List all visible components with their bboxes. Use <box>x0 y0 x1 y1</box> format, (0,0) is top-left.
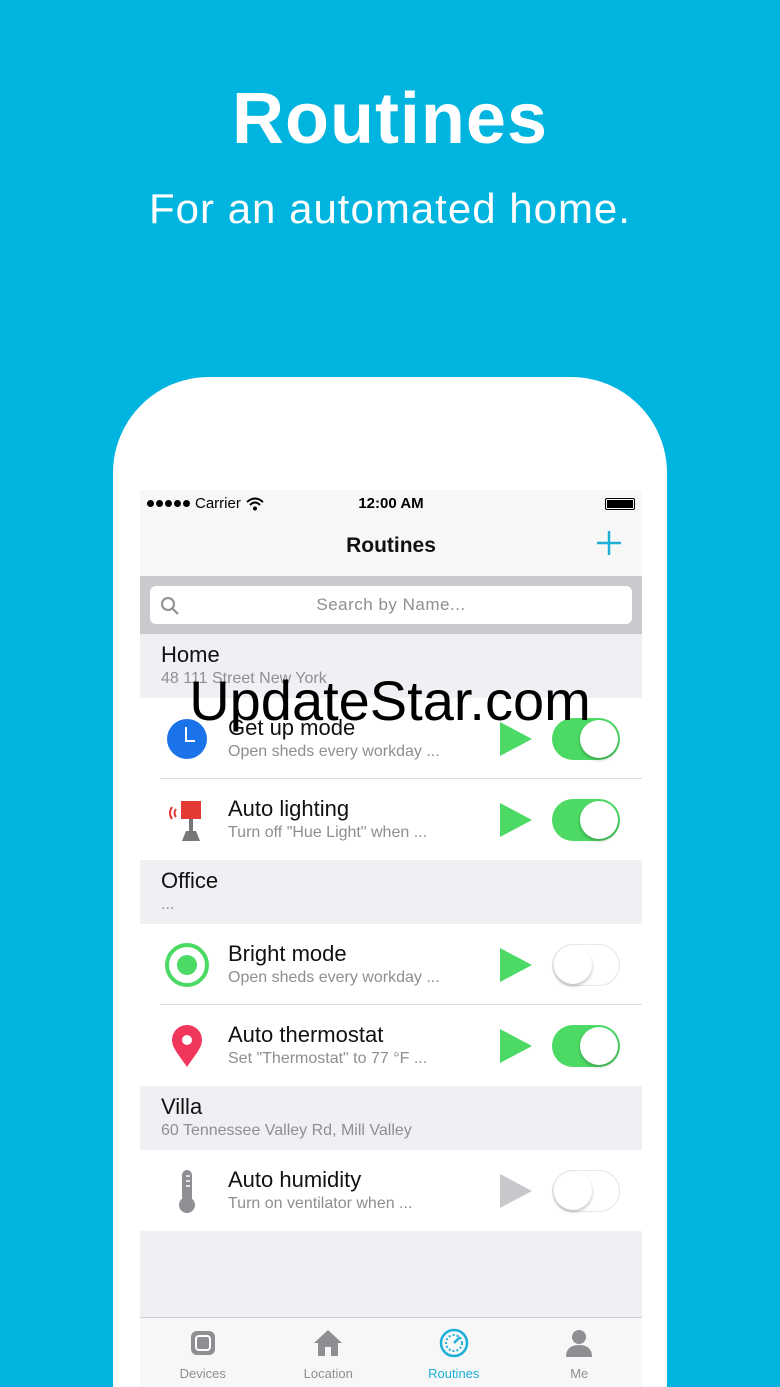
lamp-icon <box>169 801 201 841</box>
play-button[interactable] <box>498 946 534 984</box>
section-title: Office <box>161 868 219 893</box>
routine-subtitle: Turn off "Hue Light" when ... <box>228 824 428 841</box>
routine-subtitle: Set "Thermostat" to 77 °F ... <box>228 1050 428 1067</box>
play-button[interactable] <box>498 1172 534 1210</box>
hero-title: Routines <box>231 79 548 159</box>
play-button[interactable] <box>498 801 534 839</box>
tab-location[interactable]: Location <box>266 1318 392 1387</box>
routine-subtitle: Turn on ventilator when ... <box>228 1195 413 1212</box>
routine-row-auto-humidity[interactable]: Auto humidity Turn on ventilator when ..… <box>140 1150 642 1231</box>
gauge-icon <box>439 1328 468 1358</box>
status-bar: Carrier 12:00 AM <box>140 490 642 518</box>
section-subtitle: 48 111 Street New York <box>161 670 327 687</box>
routine-title: Bright mode <box>228 941 347 966</box>
tab-me[interactable]: Me <box>517 1318 643 1387</box>
search-input[interactable]: Search by Name... <box>150 586 632 624</box>
routine-list: Home 48 111 Street New York Get up mode … <box>140 634 642 1231</box>
tab-label: Location <box>303 1366 353 1381</box>
house-icon <box>314 1330 343 1356</box>
nav-title: Routines <box>346 534 436 557</box>
routine-title: Auto thermostat <box>228 1022 384 1047</box>
person-icon <box>566 1330 593 1357</box>
play-button[interactable] <box>498 720 534 758</box>
search-bar: Search by Name... <box>140 576 642 634</box>
status-time: 12:00 AM <box>358 495 424 512</box>
search-placeholder: Search by Name... <box>316 595 466 614</box>
tab-label: Devices <box>179 1366 226 1381</box>
section-subtitle: ... <box>161 896 175 913</box>
section-header-office: Office ... <box>140 860 642 924</box>
routine-toggle[interactable] <box>552 1170 620 1212</box>
tab-devices[interactable]: Devices <box>140 1318 266 1387</box>
routine-toggle[interactable] <box>552 799 620 841</box>
routine-row-bright-mode[interactable]: Bright mode Open sheds every workday ... <box>140 924 642 1005</box>
play-button[interactable] <box>498 1027 534 1065</box>
section-header-villa: Villa 60 Tennessee Valley Rd, Mill Valle… <box>140 1086 642 1150</box>
routine-row-auto-thermostat[interactable]: Auto thermostat Set "Thermostat" to 77 °… <box>140 1005 642 1086</box>
location-pin-icon <box>172 1025 202 1067</box>
routine-title: Auto humidity <box>228 1167 362 1192</box>
routine-subtitle: Open sheds every workday ... <box>228 743 440 760</box>
tab-routines[interactable]: Routines <box>391 1318 517 1387</box>
routine-row-get-up-mode[interactable]: Get up mode Open sheds every workday ... <box>140 698 642 779</box>
tab-bar: Devices Location Routines Me <box>140 1317 642 1387</box>
tab-label: Routines <box>428 1366 480 1381</box>
devices-icon <box>190 1331 215 1355</box>
target-icon <box>165 943 209 987</box>
battery-icon <box>605 498 635 510</box>
section-title: Villa <box>161 1094 203 1119</box>
routine-toggle[interactable] <box>552 718 620 760</box>
thermometer-icon <box>179 1170 195 1213</box>
routine-title: Get up mode <box>228 715 356 740</box>
routine-title: Auto lighting <box>228 796 350 821</box>
hero-subtitle: For an automated home. <box>149 185 631 232</box>
section-subtitle: 60 Tennessee Valley Rd, Mill Valley <box>161 1122 412 1139</box>
nav-bar: Routines <box>140 518 642 576</box>
routine-toggle[interactable] <box>552 1025 620 1067</box>
routine-row-auto-lighting[interactable]: Auto lighting Turn off "Hue Light" when … <box>140 779 642 860</box>
clock-icon <box>167 719 207 759</box>
routine-subtitle: Open sheds every workday ... <box>228 969 440 986</box>
routine-toggle[interactable] <box>552 944 620 986</box>
section-title: Home <box>161 642 220 667</box>
plus-icon[interactable] <box>594 528 624 558</box>
app-screen: Carrier 12:00 AM Routines Search by Name… <box>140 490 642 1387</box>
tab-label: Me <box>570 1366 589 1381</box>
section-header-home: Home 48 111 Street New York <box>140 634 642 698</box>
